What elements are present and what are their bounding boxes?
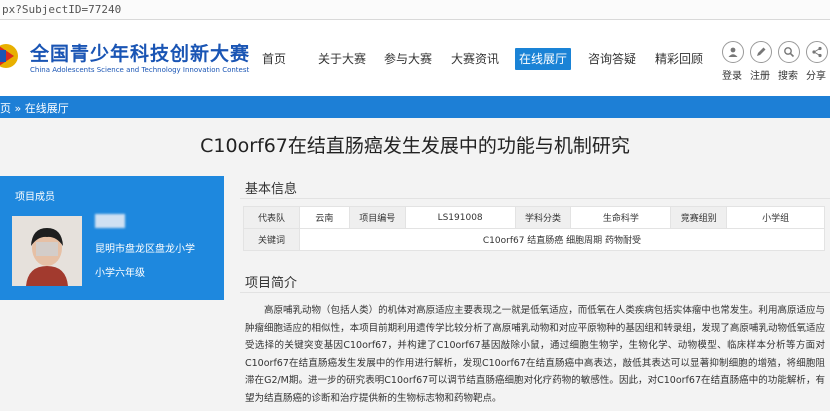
register-label[interactable]: 注册 bbox=[750, 67, 770, 82]
nav-consulting[interactable]: 咨询答疑 bbox=[588, 48, 636, 70]
share-label[interactable]: 分享 bbox=[806, 67, 826, 82]
url-text: px?SubjectID=77240 bbox=[2, 3, 122, 16]
section-divider bbox=[240, 198, 830, 199]
nav-news[interactable]: 大赛资讯 bbox=[451, 48, 499, 70]
project-id-label: 项目编号 bbox=[348, 206, 406, 229]
address-bar[interactable]: px?SubjectID=77240 bbox=[0, 0, 830, 20]
search-icon[interactable] bbox=[778, 41, 800, 63]
member-name-redacted bbox=[95, 214, 125, 228]
member-card: 项目成员 昆明市盘龙区盘龙小学 小学六年级 bbox=[0, 176, 224, 300]
project-id-value: LS191008 bbox=[404, 206, 516, 229]
subject-label: 学科分类 bbox=[514, 206, 572, 229]
nav-online-exhibition[interactable]: 在线展厅 bbox=[515, 48, 572, 70]
group-value: 小学组 bbox=[726, 206, 825, 229]
nav-about[interactable]: 关于大赛 bbox=[318, 48, 366, 70]
site-header: 全国青少年科技创新大赛 China Adolescents Science an… bbox=[0, 20, 830, 96]
user-icon[interactable] bbox=[722, 41, 744, 63]
table-row: 关键词 C10orf67 结直肠癌 细胞周期 药物耐受 bbox=[243, 228, 826, 251]
brand-subtitle: China Adolescents Science and Technology… bbox=[30, 66, 250, 74]
basic-info-title: 基本信息 bbox=[245, 182, 298, 197]
member-grade: 小学六年级 bbox=[95, 268, 145, 279]
contest-logo-icon[interactable] bbox=[0, 36, 26, 76]
basic-info-table: 代表队 云南 项目编号 LS191008 学科分类 生命科学 竞赛组别 小学组 … bbox=[243, 206, 826, 251]
share-icon[interactable] bbox=[806, 41, 828, 63]
breadcrumb[interactable]: 页 » 在线展厅 bbox=[0, 100, 69, 116]
search-label[interactable]: 搜索 bbox=[778, 67, 798, 82]
edit-icon[interactable] bbox=[750, 41, 772, 63]
keywords-label: 关键词 bbox=[243, 228, 300, 251]
table-row: 代表队 云南 项目编号 LS191008 学科分类 生命科学 竞赛组别 小学组 bbox=[243, 206, 825, 229]
team-value: 云南 bbox=[298, 206, 350, 229]
brand-title[interactable]: 全国青少年科技创新大赛 bbox=[30, 39, 250, 66]
member-heading: 项目成员 bbox=[15, 192, 55, 203]
summary-text: 高原哺乳动物（包括人类）的机体对高原适应主要表现之一就是低氧适应，而低氧在人类疾… bbox=[245, 305, 825, 404]
breadcrumb-bar: 页 » 在线展厅 bbox=[0, 96, 830, 118]
subject-value: 生命科学 bbox=[570, 206, 672, 229]
section-divider bbox=[240, 292, 830, 293]
nav-review[interactable]: 精彩回顾 bbox=[655, 48, 703, 70]
page-title: C10orf67在结直肠癌发生发展中的功能与机制研究 bbox=[200, 135, 630, 157]
team-label: 代表队 bbox=[243, 206, 300, 229]
login-label[interactable]: 登录 bbox=[722, 67, 742, 82]
nav-participate[interactable]: 参与大赛 bbox=[384, 48, 432, 70]
member-school: 昆明市盘龙区盘龙小学 bbox=[95, 244, 195, 255]
nav-home[interactable]: 首页 bbox=[262, 48, 286, 70]
member-photo bbox=[12, 216, 82, 286]
keywords-value: C10orf67 结直肠癌 细胞周期 药物耐受 bbox=[298, 228, 826, 251]
summary-title: 项目简介 bbox=[245, 276, 298, 291]
group-label: 竞赛组别 bbox=[670, 206, 728, 229]
